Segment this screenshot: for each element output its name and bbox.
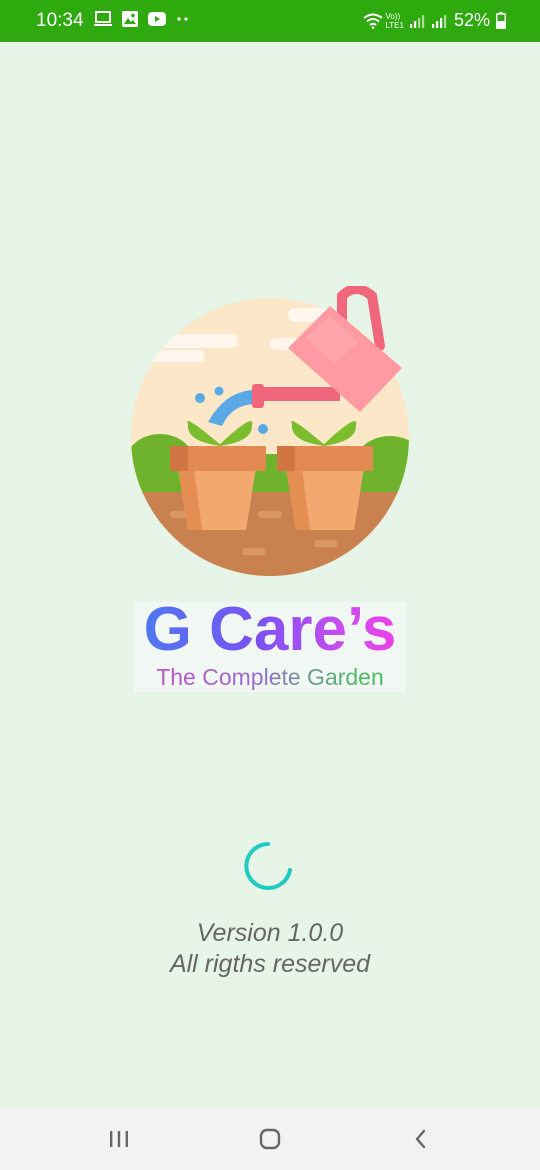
volte-bottom: LTE1 bbox=[385, 20, 404, 30]
watering-can-plants-icon bbox=[131, 284, 409, 576]
version-block: Version 1.0.0 All rigths reserved bbox=[0, 918, 540, 980]
volte-label: Vo)) LTE1 bbox=[385, 12, 404, 30]
status-system-icons: Vo)) LTE1 52% bbox=[363, 10, 506, 31]
youtube-icon bbox=[148, 12, 166, 26]
navigation-bar bbox=[0, 1108, 540, 1170]
loading-spinner bbox=[244, 842, 292, 890]
status-bar: 10:34 Vo)) LTE1 52% bbox=[0, 0, 540, 42]
battery-percent: 52% bbox=[453, 10, 490, 30]
back-button[interactable] bbox=[404, 1122, 438, 1156]
signal-icon-2 bbox=[431, 14, 447, 28]
volte-top: Vo)) bbox=[385, 11, 401, 21]
rights-text: All rigths reserved bbox=[169, 950, 371, 978]
app-tagline: The Complete Garden bbox=[134, 664, 406, 690]
app-logo bbox=[130, 284, 410, 576]
app-name: G Care’s bbox=[134, 598, 406, 662]
status-time: 10:34 bbox=[36, 10, 84, 31]
signal-icon bbox=[409, 14, 425, 28]
wifi-icon bbox=[363, 13, 384, 29]
home-icon bbox=[259, 1128, 281, 1150]
battery-icon bbox=[496, 12, 506, 29]
home-button[interactable] bbox=[253, 1122, 287, 1156]
version-text: Version 1.0.0 bbox=[196, 919, 344, 947]
recents-button[interactable] bbox=[102, 1122, 136, 1156]
back-icon bbox=[415, 1129, 426, 1149]
brand-block: G Care’s The Complete Garden bbox=[134, 598, 406, 692]
laptop-icon bbox=[94, 11, 112, 26]
recents-icon bbox=[110, 1131, 128, 1147]
status-notification-icons bbox=[94, 11, 190, 27]
image-icon bbox=[122, 11, 138, 27]
more-dots-icon bbox=[177, 17, 188, 21]
